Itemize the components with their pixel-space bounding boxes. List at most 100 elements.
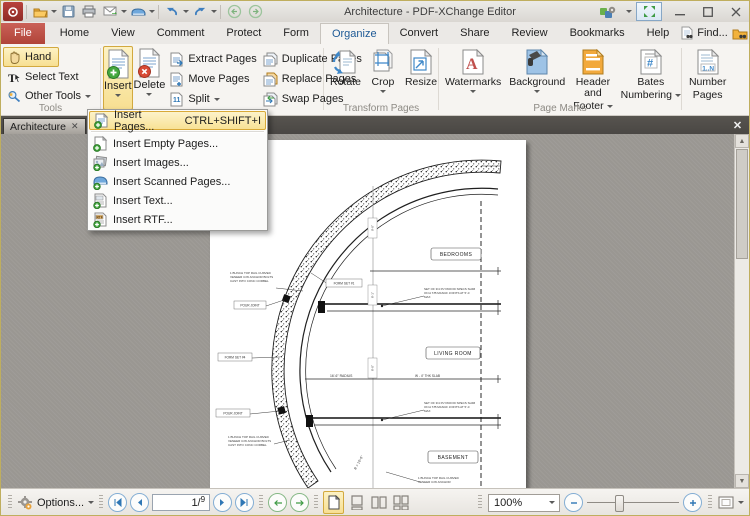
- rotate-label: Rotate: [330, 76, 361, 88]
- redo-button[interactable]: [190, 3, 210, 21]
- history-forward-button[interactable]: [245, 3, 265, 21]
- splitter-handle[interactable]: [8, 495, 12, 510]
- close-document-button[interactable]: ✕: [730, 118, 745, 132]
- zoom-slider-thumb[interactable]: [615, 495, 624, 512]
- tab-form[interactable]: Form: [272, 23, 320, 44]
- history-back-button[interactable]: [224, 3, 244, 21]
- document-tab-architecture[interactable]: Architecture ✕: [3, 117, 86, 135]
- menu-item-insert-scanned-pages[interactable]: Insert Scanned Pages...: [89, 172, 266, 191]
- app-window: Architecture - PDF-XChange Editor File H…: [0, 0, 750, 516]
- zoom-level-select[interactable]: 100%: [488, 493, 560, 512]
- save-button[interactable]: [58, 3, 78, 21]
- fit-page-button[interactable]: [718, 496, 734, 509]
- tab-review[interactable]: Review: [500, 23, 558, 44]
- move-pages-button[interactable]: Move Pages: [166, 69, 259, 89]
- window-title: Architecture - PDF-XChange Editor: [344, 5, 516, 18]
- radius-dimension-text: 16'-6" RADIUS: [330, 374, 353, 378]
- scan-dropdown-caret[interactable]: [149, 10, 155, 13]
- tab-help[interactable]: Help: [636, 23, 681, 44]
- room-label-basement: BASEMENT: [438, 455, 469, 461]
- last-page-button[interactable]: [235, 493, 255, 512]
- hand-tool-button[interactable]: Hand: [3, 47, 59, 67]
- insert-button[interactable]: Insert: [103, 46, 133, 110]
- minimize-button[interactable]: [666, 2, 693, 21]
- splitter-handle[interactable]: [99, 495, 104, 510]
- zoom-slider[interactable]: [587, 494, 679, 512]
- dim-label-1: 9'-0": [371, 225, 375, 231]
- tab-file[interactable]: File: [1, 23, 45, 44]
- tab-convert[interactable]: Convert: [389, 23, 450, 44]
- number-pages-button[interactable]: 1..N Number Pages: [685, 46, 730, 114]
- number-pages-label-1: Number: [688, 76, 727, 88]
- single-page-layout-button[interactable]: [323, 491, 345, 514]
- other-tools-label: Other Tools: [25, 90, 82, 102]
- options-button[interactable]: Options...: [17, 495, 95, 511]
- select-text-button[interactable]: T Select Text: [3, 68, 98, 86]
- undo-dropdown-caret[interactable]: [183, 10, 189, 13]
- splitter-handle[interactable]: [259, 495, 264, 510]
- next-page-button[interactable]: [213, 493, 233, 512]
- scroll-down-button[interactable]: ▼: [735, 474, 749, 488]
- svg-text:RTF: RTF: [97, 215, 103, 219]
- insert-images-menu-icon: [92, 155, 108, 171]
- tab-bookmarks[interactable]: Bookmarks: [559, 23, 636, 44]
- ui-options-button[interactable]: [595, 3, 625, 21]
- menu-item-insert-empty-pages[interactable]: Insert Empty Pages...: [89, 134, 266, 153]
- previous-page-button[interactable]: [130, 493, 150, 512]
- facing-continuous-layout-button[interactable]: [391, 492, 410, 513]
- zoom-in-button[interactable]: [683, 493, 702, 512]
- tab-view[interactable]: View: [100, 23, 146, 44]
- fullscreen-button[interactable]: [636, 2, 662, 21]
- email-button[interactable]: [100, 3, 120, 21]
- splitter-handle[interactable]: [708, 495, 712, 510]
- tab-share[interactable]: Share: [449, 23, 500, 44]
- scan-button[interactable]: [128, 3, 148, 21]
- header-footer-icon: [581, 49, 605, 75]
- extract-pages-button[interactable]: Extract Pages: [166, 49, 259, 69]
- first-page-button[interactable]: [108, 493, 128, 512]
- menu-item-insert-text[interactable]: Insert Text...: [89, 191, 266, 210]
- split-button[interactable]: 11 Split: [166, 89, 259, 109]
- menu-item-insert-pages[interactable]: Insert Pages... CTRL+SHIFT+I: [89, 109, 266, 133]
- search-icon: [732, 27, 748, 40]
- tab-home[interactable]: Home: [49, 23, 100, 44]
- tab-organize[interactable]: Organize: [319, 23, 389, 44]
- facing-pages-layout-button[interactable]: [369, 492, 388, 513]
- redo-dropdown-caret[interactable]: [211, 10, 217, 13]
- find-icon: [680, 26, 694, 40]
- page-number-field[interactable]: 1/9: [152, 494, 211, 511]
- undo-button[interactable]: [162, 3, 182, 21]
- continuous-layout-button[interactable]: [347, 492, 366, 513]
- insert-pages-menu-icon: [93, 112, 109, 129]
- menu-item-insert-rtf[interactable]: RTF Insert RTF...: [89, 210, 266, 229]
- search-button[interactable]: Search...: [732, 27, 749, 40]
- zoom-out-button[interactable]: [564, 493, 583, 512]
- scroll-up-button[interactable]: ▲: [735, 134, 749, 148]
- ribbon-group-tools: Hand T Select Text Other Tools Tools: [3, 46, 98, 114]
- divider: [220, 4, 221, 19]
- print-button[interactable]: [79, 3, 99, 21]
- tab-comment[interactable]: Comment: [146, 23, 216, 44]
- menu-item-label: Insert Scanned Pages...: [113, 175, 231, 188]
- ribbon-group-pages: Insert Delete Extract Pages Move Pages 1: [103, 46, 362, 114]
- tab-protect[interactable]: Protect: [215, 23, 272, 44]
- menu-item-insert-images[interactable]: Insert Images...: [89, 153, 266, 172]
- delete-button[interactable]: Delete: [134, 46, 165, 110]
- svg-text:11: 11: [173, 97, 181, 104]
- splitter-handle[interactable]: [478, 495, 482, 510]
- find-button[interactable]: Find...: [680, 26, 728, 40]
- open-button[interactable]: [30, 3, 50, 21]
- view-forward-button[interactable]: [290, 493, 310, 512]
- fit-options-caret[interactable]: [738, 501, 744, 504]
- ui-options-caret[interactable]: [626, 10, 632, 13]
- maximize-button[interactable]: [694, 2, 721, 21]
- splitter-handle[interactable]: [314, 495, 319, 510]
- view-back-button[interactable]: [268, 493, 288, 512]
- open-dropdown-caret[interactable]: [51, 10, 57, 13]
- vertical-scrollbar[interactable]: ▲ ▼: [734, 134, 749, 488]
- document-tab-close-icon[interactable]: ✕: [71, 121, 79, 132]
- close-button[interactable]: [722, 2, 749, 21]
- document-tab-title: Architecture: [10, 120, 67, 133]
- scrollbar-thumb[interactable]: [736, 149, 748, 259]
- email-dropdown-caret[interactable]: [121, 10, 127, 13]
